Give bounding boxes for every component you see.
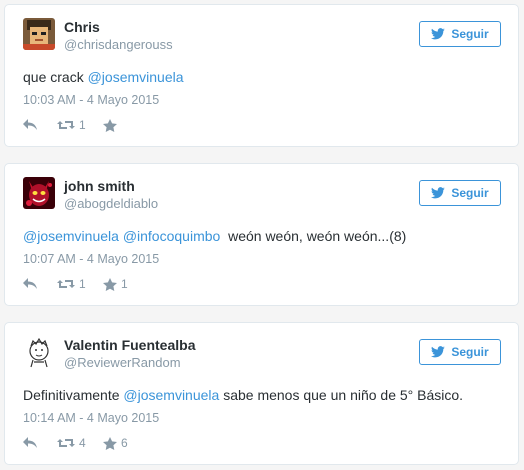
reply-button[interactable] (23, 278, 39, 290)
retweet-count: 4 (79, 436, 86, 450)
avatar[interactable] (23, 18, 55, 50)
retweet-button[interactable]: 1 (57, 277, 93, 291)
retweet-count: 1 (79, 277, 86, 291)
mention-link[interactable]: @infocoquimbo (123, 228, 221, 244)
tweet-actions: 4 6 (23, 435, 139, 451)
text-part: weón weón, weón weón...(8) (220, 228, 407, 244)
tweet-timestamp[interactable]: 10:03 AM - 4 Mayo 2015 (23, 93, 159, 107)
favorite-button[interactable]: 6 (103, 436, 139, 450)
follow-label: Seguir (451, 27, 489, 41)
favorite-count: 6 (121, 436, 128, 450)
tweet-text: @josemvinuela @infocoquimbo weón weón, w… (23, 228, 406, 244)
tweet-timestamp[interactable]: 10:14 AM - 4 Mayo 2015 (23, 411, 159, 425)
tweet-text: Definitivamente @josemvinuela sabe menos… (23, 387, 463, 403)
user-name[interactable]: john smith (64, 178, 135, 194)
retweet-button[interactable]: 4 (57, 436, 93, 450)
follow-button[interactable]: Seguir (419, 21, 501, 47)
user-name[interactable]: Chris (64, 19, 100, 35)
user-handle[interactable]: @chrisdangerouss (64, 37, 173, 52)
star-icon (103, 436, 117, 450)
tweet-card: Valentin Fuentealba @ReviewerRandom Segu… (4, 322, 519, 465)
red-devil-avatar-icon (23, 177, 55, 209)
mention-link[interactable]: @josemvinuela (23, 228, 119, 244)
favorite-button[interactable] (103, 118, 139, 132)
tweet-actions: 1 (23, 117, 139, 133)
twitter-bird-icon (431, 346, 446, 358)
tweet-actions: 1 1 (23, 276, 139, 292)
reply-icon (23, 119, 37, 130)
star-icon (103, 118, 117, 132)
text-part: que crack (23, 69, 88, 85)
follow-label: Seguir (451, 345, 489, 359)
reply-button[interactable] (23, 119, 39, 131)
avatar[interactable] (23, 177, 55, 209)
text-part: Definitivamente (23, 387, 124, 403)
reply-icon (23, 278, 37, 289)
user-handle[interactable]: @abogdeldiablo (64, 196, 158, 211)
avatar[interactable] (23, 336, 55, 368)
tweet-card: Chris @chrisdangerouss Seguir que crack … (4, 4, 519, 147)
retweet-count: 1 (79, 118, 86, 132)
retweet-button[interactable]: 1 (57, 118, 93, 132)
user-name[interactable]: Valentin Fuentealba (64, 337, 195, 353)
favorite-button[interactable]: 1 (103, 277, 139, 291)
retweet-icon (57, 121, 75, 129)
text-part: sabe menos que un niño de 5° Básico. (219, 387, 464, 403)
follow-label: Seguir (451, 186, 489, 200)
tweet-timestamp[interactable]: 10:07 AM - 4 Mayo 2015 (23, 252, 159, 266)
tweet-text: que crack @josemvinuela (23, 69, 184, 85)
follow-button[interactable]: Seguir (419, 180, 501, 206)
user-handle[interactable]: @ReviewerRandom (64, 355, 181, 370)
tweet-card: john smith @abogdeldiablo Seguir @josemv… (4, 163, 519, 306)
mention-link[interactable]: @josemvinuela (88, 69, 184, 85)
reply-button[interactable] (23, 437, 39, 449)
pixel-face-avatar-icon (23, 18, 55, 50)
reply-icon (23, 437, 37, 448)
sketch-face-avatar-icon (23, 336, 55, 368)
retweet-icon (57, 439, 75, 447)
favorite-count: 1 (121, 277, 128, 291)
mention-link[interactable]: @josemvinuela (123, 387, 219, 403)
star-icon (103, 277, 117, 291)
follow-button[interactable]: Seguir (419, 339, 501, 365)
retweet-icon (57, 280, 75, 288)
twitter-bird-icon (431, 187, 446, 199)
twitter-bird-icon (431, 28, 446, 40)
